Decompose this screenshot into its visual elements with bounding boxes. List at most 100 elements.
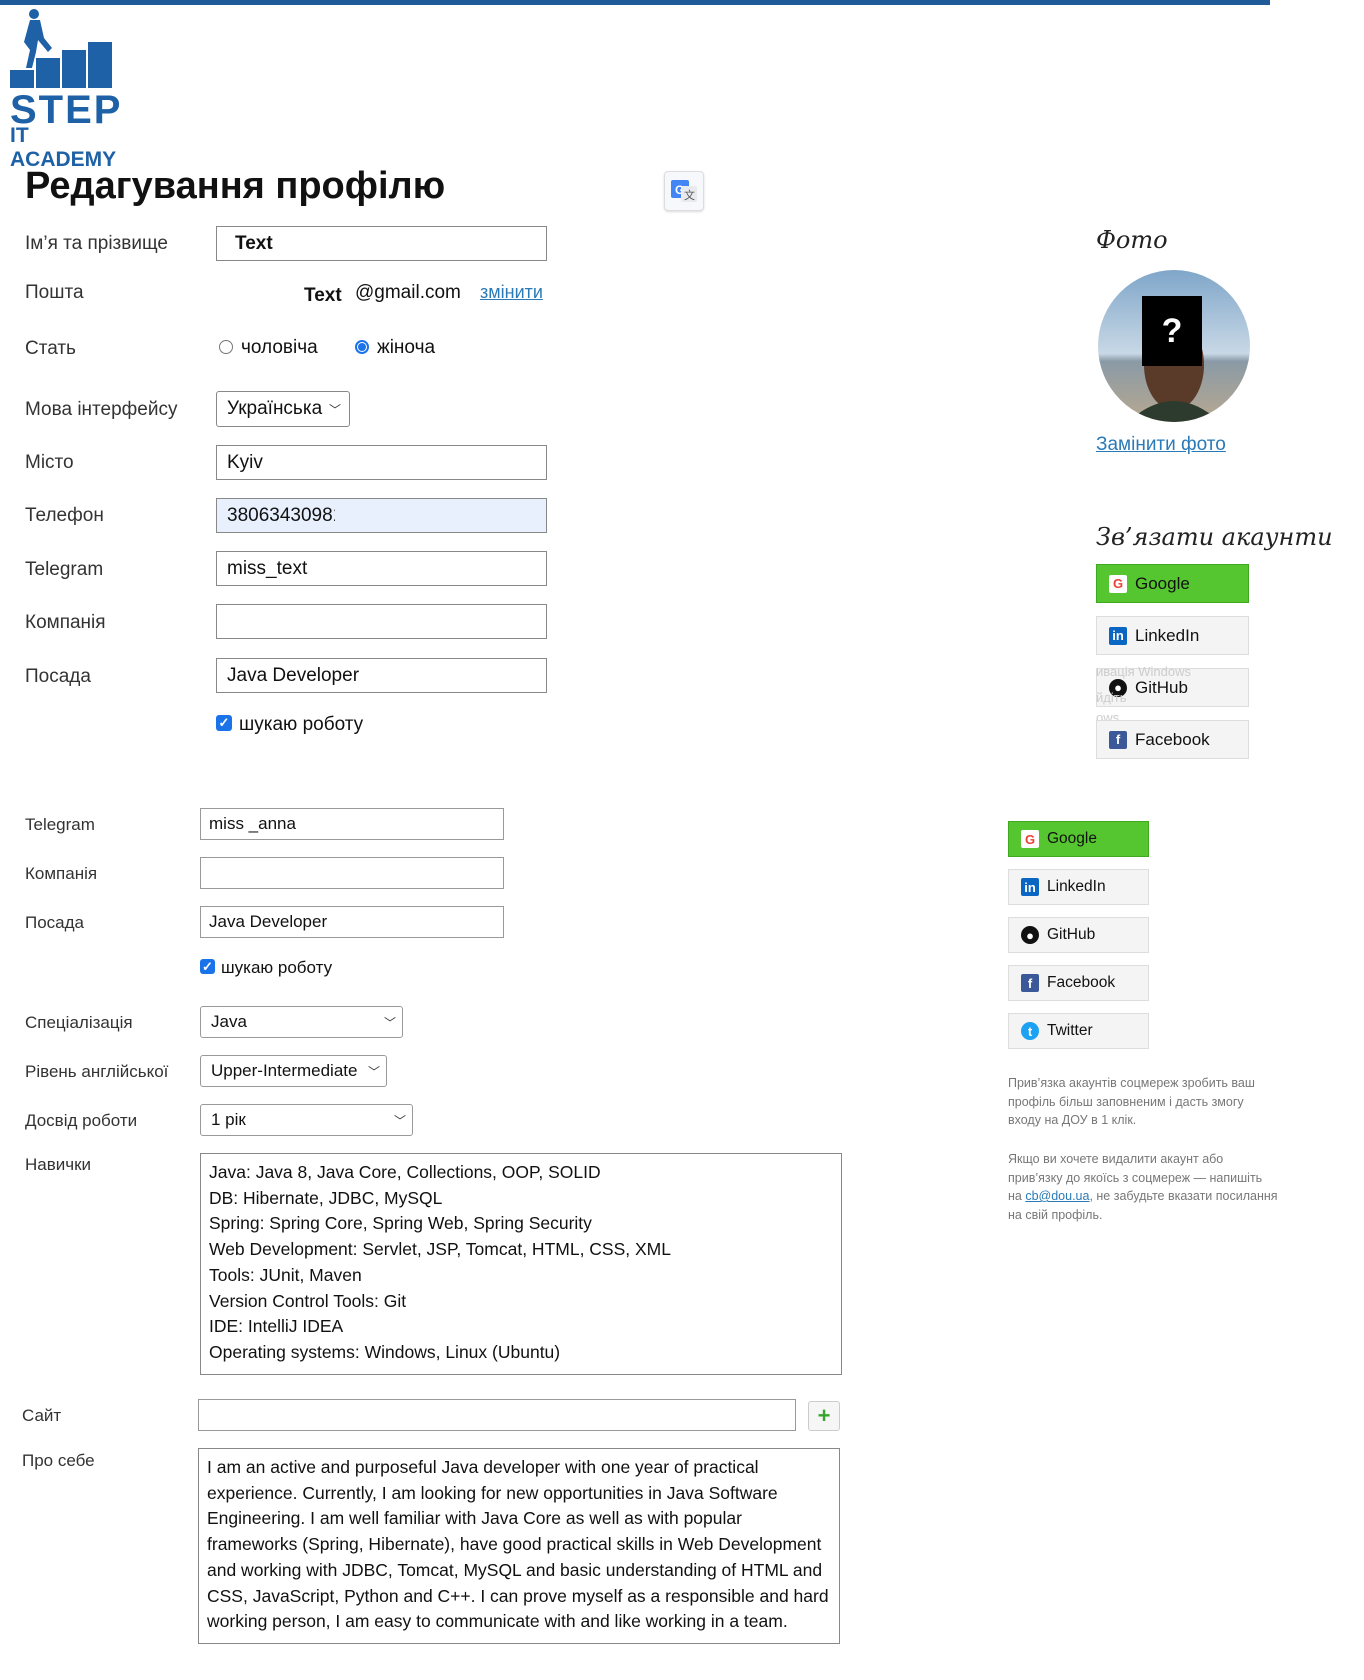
email-change-link[interactable]: змінити [480, 282, 543, 303]
google-button[interactable]: G Google [1096, 564, 1249, 603]
facebook-button[interactable]: f Facebook [1096, 720, 1249, 759]
english-level-select[interactable]: Upper-Intermediate ﹀ [200, 1055, 387, 1087]
city-input[interactable]: Kyiv [216, 445, 547, 480]
name-label: Ім’я та прізвище [25, 233, 168, 254]
linkedin-button-2[interactable]: in LinkedIn [1008, 869, 1149, 905]
name-value: Text [235, 232, 273, 254]
watermark-line2: йдіть [1096, 690, 1127, 705]
github-icon: ● [1021, 926, 1039, 944]
logo-stairs-icon [10, 9, 112, 88]
about-line: and working with JDBC, Tomcat, MySQL and… [207, 1559, 823, 1580]
position-input-2[interactable]: Java Developer [200, 906, 504, 938]
skills-line: Web Development: Servlet, JSP, Tomcat, H… [209, 1239, 671, 1260]
telegram-label-2: Telegram [25, 815, 95, 834]
google-icon: G [1021, 830, 1039, 848]
skills-line: Version Control Tools: Git [209, 1290, 407, 1311]
position-label-2: Посада [25, 913, 85, 932]
about-line: CSS, JavaScript, Python and C++. I can p… [207, 1585, 829, 1606]
language-label: Мова інтерфейсу [25, 399, 178, 420]
chevron-down-icon: ﹀ [383, 1015, 396, 1030]
github-button-2[interactable]: ● GitHub [1008, 917, 1149, 953]
facebook-icon: f [1021, 974, 1039, 992]
job-search-label: шукаю роботу [239, 714, 364, 735]
accounts-note-1: Прив’язка акаунтів соцмереж зробить ваш … [1008, 1074, 1255, 1130]
company-input-2[interactable] [200, 857, 504, 889]
company-input[interactable] [216, 604, 547, 639]
about-label: Про себе [22, 1451, 95, 1470]
gender-male-radio[interactable] [219, 340, 233, 354]
specialization-label: Спеціалізація [25, 1013, 133, 1032]
english-level-label: Рівень англійської [25, 1062, 169, 1081]
gender-female-radio[interactable] [355, 340, 369, 354]
google-translate-icon: G 文 [671, 180, 697, 202]
skills-line: IDE: IntelliJ IDEA [209, 1316, 344, 1337]
about-textarea[interactable]: I am an active and purposeful Java devel… [198, 1448, 840, 1644]
svg-text:文: 文 [684, 188, 695, 202]
note-line: входу на ДОУ в 1 клік. [1008, 1113, 1137, 1127]
experience-select[interactable]: 1 рік ﹀ [200, 1104, 413, 1136]
facebook-label: Facebook [1135, 729, 1210, 749]
github-label-2: GitHub [1047, 926, 1096, 943]
note-line: профіль більш заповненим і дасть змогу [1008, 1094, 1244, 1109]
avatar: ? [1098, 270, 1250, 422]
company-label-2: Компанія [25, 864, 98, 883]
note-line: на cb@dou.ua, не забудьте вказати посила… [1008, 1187, 1278, 1206]
phone-value: 380634309811 [227, 504, 335, 526]
language-select[interactable]: Українська ﹀ [216, 391, 350, 427]
note-line: Прив’язка акаунтів соцмереж зробить ваш [1008, 1076, 1255, 1090]
top-bar [0, 0, 1270, 5]
google-button-2[interactable]: G Google [1008, 821, 1149, 857]
email-domain: @gmail.com [355, 282, 461, 303]
position-input[interactable]: Java Developer [216, 658, 547, 693]
google-label: Google [1135, 573, 1190, 593]
linkedin-icon: in [1109, 626, 1127, 645]
twitter-button[interactable]: t Twitter [1008, 1013, 1149, 1049]
telegram-input-2[interactable]: miss _anna [200, 808, 504, 840]
chevron-down-icon: ﹀ [393, 1113, 406, 1128]
note-line: прив’язку до якоїсь з соцмереж — напишіт… [1008, 1170, 1263, 1185]
facebook-icon: f [1109, 730, 1127, 749]
watermark-line1: ивація Windows [1096, 664, 1191, 679]
translate-button[interactable]: G 文 [664, 171, 704, 211]
note-text: , не забудьте вказати посилання [1089, 1189, 1278, 1203]
specialization-select[interactable]: Java ﹀ [200, 1006, 403, 1038]
job-search-label-2: шукаю роботу [221, 958, 333, 977]
note-line: Якщо ви хочете видалити акаунт або [1008, 1152, 1224, 1166]
email-user: Text [304, 285, 342, 306]
skills-line: Java: Java 8, Java Core, Collections, OO… [209, 1162, 601, 1182]
add-site-button[interactable]: + [808, 1401, 840, 1431]
link-accounts-heading: Зв’язати акаунти [1096, 523, 1333, 551]
twitter-icon: t [1021, 1022, 1039, 1040]
city-label: Місто [25, 452, 74, 473]
about-line: working person, I am easy to communicate… [207, 1611, 788, 1632]
about-line: frameworks (Spring, Hibernate), have goo… [207, 1534, 822, 1555]
phone-input[interactable]: 380634309811 [216, 498, 547, 533]
accounts-note-2: Якщо ви хочете видалити акаунт або прив’… [1008, 1150, 1278, 1224]
facebook-button-2[interactable]: f Facebook [1008, 965, 1149, 1001]
note-text: на [1008, 1189, 1026, 1203]
about-line: experience. Currently, I am looking for … [207, 1482, 778, 1503]
telegram-input[interactable]: miss_text [216, 551, 547, 586]
job-search-checkbox-2[interactable]: ✓ [200, 959, 215, 974]
skills-textarea[interactable]: Java: Java 8, Java Core, Collections, OO… [200, 1153, 842, 1375]
telegram-value: miss_text [227, 557, 308, 579]
about-line: Engineering. I am well familiar with Jav… [207, 1508, 742, 1529]
experience-label: Досвід роботи [25, 1111, 138, 1130]
about-line: I am an active and purposeful Java devel… [207, 1457, 759, 1477]
email-label: Пошта [25, 282, 84, 303]
google-label-2: Google [1047, 830, 1097, 847]
photo-heading: Фото [1096, 226, 1168, 254]
skills-line: Operating systems: Windows, Linux (Ubunt… [209, 1341, 561, 1362]
chevron-down-icon: ﹀ [367, 1064, 380, 1079]
job-search-checkbox[interactable]: ✓ [216, 715, 232, 731]
name-input[interactable]: Text [216, 226, 547, 261]
site-input[interactable] [198, 1399, 796, 1431]
language-value: Українська [227, 398, 323, 419]
company-label: Компанія [25, 612, 106, 633]
google-icon: G [1109, 574, 1127, 593]
linkedin-button[interactable]: in LinkedIn [1096, 616, 1249, 655]
github-label: GitHub [1135, 677, 1188, 697]
experience-value: 1 рік [211, 1110, 246, 1129]
change-photo-link[interactable]: Замінити фото [1096, 434, 1226, 456]
email-link[interactable]: cb@dou.ua [1025, 1189, 1089, 1203]
